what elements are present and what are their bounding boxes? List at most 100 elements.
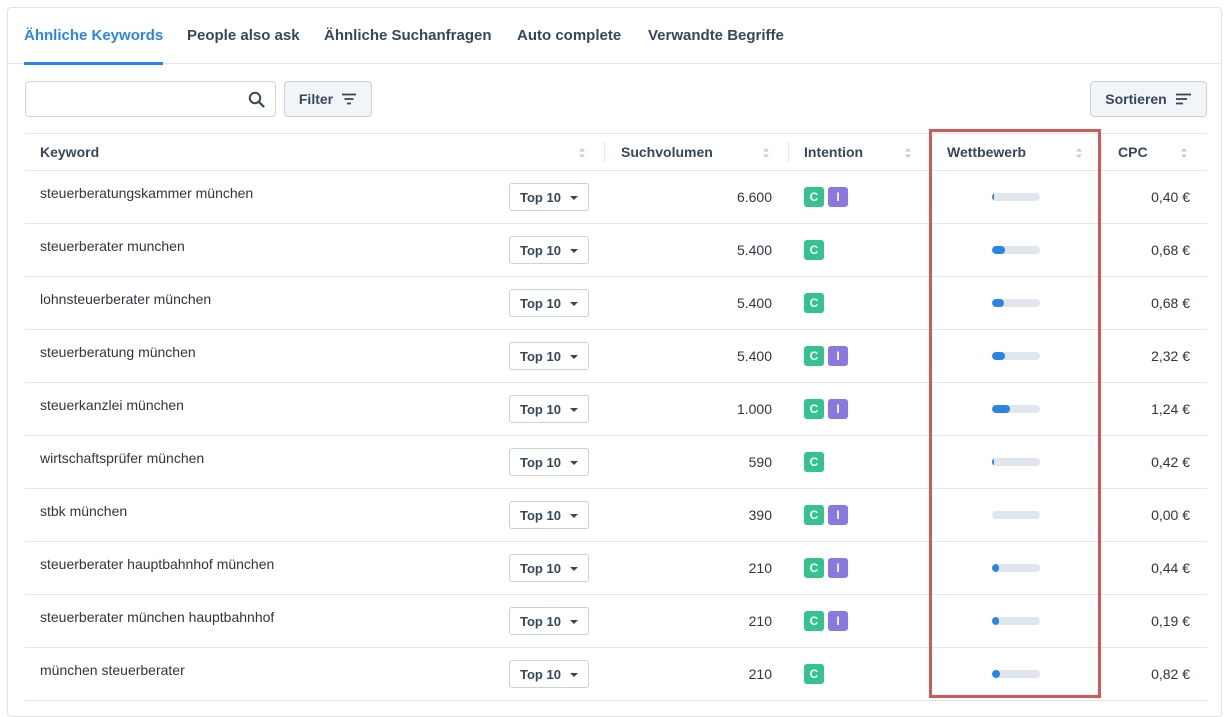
keyword-cell[interactable]: steuerberatungskammer münchen xyxy=(40,185,253,201)
table-row: lohnsteuerberater münchen Top 10 5.400 C… xyxy=(25,277,1207,330)
intent-badge-c: C xyxy=(804,187,824,207)
serp-dropdown[interactable]: Top 10 xyxy=(509,660,589,688)
competition-bar xyxy=(992,670,1040,678)
keyword-cell[interactable]: wirtschaftsprüfer münchen xyxy=(40,450,204,466)
table-row: wirtschaftsprüfer münchen Top 10 590 C 0… xyxy=(25,436,1207,489)
competition-bar xyxy=(992,246,1040,254)
serp-dropdown[interactable]: Top 10 xyxy=(509,554,589,582)
serp-dropdown[interactable]: Top 10 xyxy=(509,395,589,423)
serp-dropdown-label: Top 10 xyxy=(520,667,561,682)
cpc-cell: 0,00 € xyxy=(1151,507,1190,523)
tab-people-also-ask[interactable]: People also ask xyxy=(187,8,300,64)
volume-cell: 5.400 xyxy=(736,348,772,364)
keyword-cell[interactable]: steuerberater hauptbahnhof münchen xyxy=(40,556,274,572)
tab-auto-complete[interactable]: Auto complete xyxy=(517,8,621,64)
cpc-cell: 0,82 € xyxy=(1151,666,1190,682)
intent-badges: C xyxy=(804,240,824,260)
sort-icon[interactable] xyxy=(904,147,912,159)
competition-bar xyxy=(992,405,1040,413)
keyword-cell[interactable]: münchen steuerberater xyxy=(40,662,185,678)
tab-verwandte-begriffe[interactable]: Verwandte Begriffe xyxy=(648,8,784,64)
chevron-down-icon xyxy=(570,514,578,518)
sort-icon[interactable] xyxy=(762,147,770,159)
table-row: steuerberatungskammer münchen Top 10 6.6… xyxy=(25,171,1207,224)
intent-badge-c: C xyxy=(804,346,824,366)
sort-icon[interactable] xyxy=(1075,147,1083,159)
volume-cell: 1.000 xyxy=(736,401,772,417)
column-header-suchvolumen[interactable]: Suchvolumen xyxy=(621,134,713,171)
table-body: steuerberatungskammer münchen Top 10 6.6… xyxy=(25,171,1207,701)
serp-dropdown-label: Top 10 xyxy=(520,402,561,417)
volume-cell: 6.600 xyxy=(736,189,772,205)
tab-bar: Ähnliche Keywords People also ask Ähnlic… xyxy=(8,8,1221,65)
chevron-down-icon xyxy=(570,249,578,253)
table-row: stbk münchen Top 10 390 CI 0,00 € xyxy=(25,489,1207,542)
table-row: steuerberater hauptbahnhof münchen Top 1… xyxy=(25,542,1207,595)
chevron-down-icon xyxy=(570,355,578,359)
cpc-cell: 0,19 € xyxy=(1151,613,1190,629)
cpc-cell: 0,68 € xyxy=(1151,295,1190,311)
intent-badge-c: C xyxy=(804,558,824,578)
sort-button[interactable]: Sortieren xyxy=(1090,81,1207,117)
column-header-wettbewerb[interactable]: Wettbewerb xyxy=(947,134,1026,171)
competition-bar-fill xyxy=(992,564,999,572)
sort-icon[interactable] xyxy=(578,147,586,159)
intent-badge-i: I xyxy=(828,505,848,525)
chevron-down-icon xyxy=(570,567,578,571)
competition-bar xyxy=(992,511,1040,519)
serp-dropdown[interactable]: Top 10 xyxy=(509,501,589,529)
intent-badge-c: C xyxy=(804,293,824,313)
cpc-cell: 0,42 € xyxy=(1151,454,1190,470)
competition-bar-fill xyxy=(992,405,1010,413)
chevron-down-icon xyxy=(570,196,578,200)
volume-cell: 210 xyxy=(748,613,772,629)
tab-aehnliche-keywords[interactable]: Ähnliche Keywords xyxy=(24,8,164,65)
keyword-cell[interactable]: steuerberatung münchen xyxy=(40,344,196,360)
competition-bar-fill xyxy=(992,458,994,466)
search-input[interactable] xyxy=(26,82,241,116)
intent-badge-c: C xyxy=(804,505,824,525)
column-header-keyword[interactable]: Keyword xyxy=(40,134,99,171)
serp-dropdown[interactable]: Top 10 xyxy=(509,289,589,317)
column-header-intention[interactable]: Intention xyxy=(804,134,863,171)
table-row: steuerberatung münchen Top 10 5.400 CI 2… xyxy=(25,330,1207,383)
cpc-cell: 0,44 € xyxy=(1151,560,1190,576)
serp-dropdown-label: Top 10 xyxy=(520,561,561,576)
competition-bar xyxy=(992,352,1040,360)
serp-dropdown[interactable]: Top 10 xyxy=(509,607,589,635)
serp-dropdown[interactable]: Top 10 xyxy=(509,236,589,264)
column-header-cpc[interactable]: CPC xyxy=(1118,134,1148,171)
sort-lines-icon xyxy=(1175,93,1191,105)
keyword-cell[interactable]: stbk münchen xyxy=(40,503,127,519)
tab-aehnliche-suchanfragen[interactable]: Ähnliche Suchanfragen xyxy=(324,8,492,64)
column-divider xyxy=(930,142,931,162)
volume-cell: 210 xyxy=(748,666,772,682)
serp-dropdown[interactable]: Top 10 xyxy=(509,183,589,211)
keyword-cell[interactable]: lohnsteuerberater münchen xyxy=(40,291,211,307)
intent-badges: C xyxy=(804,452,824,472)
keyword-cell[interactable]: steuerkanzlei münchen xyxy=(40,397,184,413)
intent-badge-c: C xyxy=(804,664,824,684)
intent-badge-c: C xyxy=(804,240,824,260)
search-icon[interactable] xyxy=(248,91,265,108)
volume-cell: 5.400 xyxy=(736,242,772,258)
intent-badges: C xyxy=(804,664,824,684)
filter-button-label: Filter xyxy=(298,91,334,107)
intent-badges: CI xyxy=(804,346,848,366)
cpc-cell: 0,68 € xyxy=(1151,242,1190,258)
cpc-cell: 2,32 € xyxy=(1151,348,1190,364)
intent-badges: CI xyxy=(804,505,848,525)
filter-button[interactable]: Filter xyxy=(284,81,372,117)
column-divider xyxy=(1101,142,1102,162)
keyword-cell[interactable]: steuerberater munchen xyxy=(40,238,185,254)
serp-dropdown[interactable]: Top 10 xyxy=(509,448,589,476)
serp-dropdown-label: Top 10 xyxy=(520,508,561,523)
sort-icon[interactable] xyxy=(1180,147,1188,159)
competition-bar xyxy=(992,617,1040,625)
serp-dropdown-label: Top 10 xyxy=(520,614,561,629)
intent-badges: CI xyxy=(804,611,848,631)
keyword-cell[interactable]: steuerberater münchen hauptbahnhof xyxy=(40,609,274,625)
serp-dropdown[interactable]: Top 10 xyxy=(509,342,589,370)
sort-button-label: Sortieren xyxy=(1105,91,1167,107)
table-header: Keyword Suchvolumen Intention Wettbewerb… xyxy=(25,133,1207,171)
